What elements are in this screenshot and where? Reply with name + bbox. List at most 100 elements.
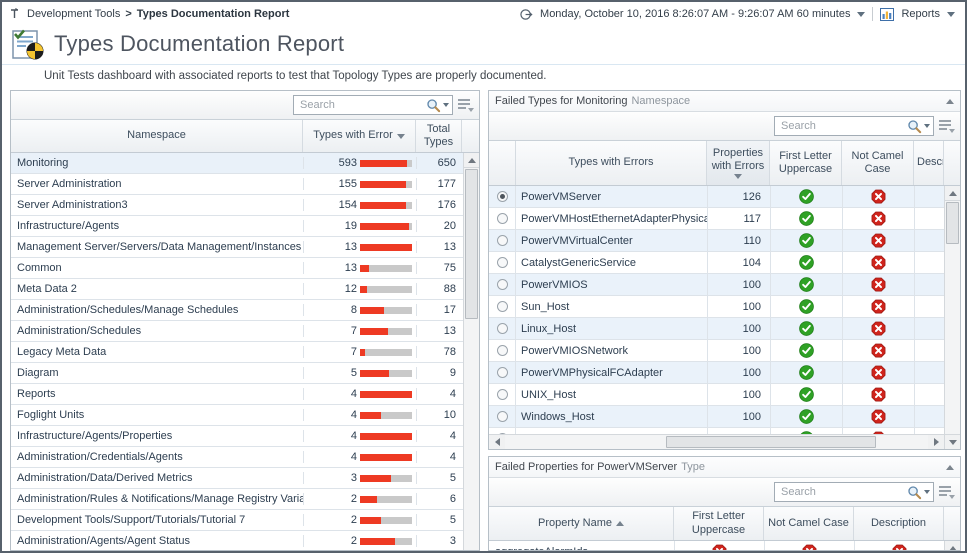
namespace-table-row[interactable]: Meta Data 2 12 88 [11, 279, 479, 300]
scroll-up-button[interactable] [945, 186, 960, 201]
radio-button[interactable] [497, 191, 508, 202]
namespace-cell: Management Server/Servers/Data Managemen… [11, 241, 303, 253]
failed-type-row[interactable]: PowerVMIOS 100 [489, 274, 960, 296]
search-input[interactable] [300, 99, 426, 111]
type-name-cell: PowerVMServer [516, 191, 707, 203]
scrollbar-thumb[interactable] [666, 436, 876, 448]
search-options-caret-icon[interactable] [924, 490, 930, 494]
namespace-table-row[interactable]: Development Tools/Support/Tutorials/Tuto… [11, 510, 479, 531]
failed-type-row[interactable]: Linux_Host 100 [489, 318, 960, 340]
namespace-table-row[interactable]: Infrastructure/Agents 19 20 [11, 216, 479, 237]
column-header-description[interactable]: Description [854, 507, 944, 540]
scroll-right-button[interactable] [928, 435, 944, 449]
breadcrumb-root[interactable]: Development Tools [27, 8, 120, 20]
failed-type-row[interactable]: PowerVMHostEthernetAdapterPhysicalPort 1… [489, 208, 960, 230]
column-header-types-with-error[interactable]: Types with Error [303, 120, 416, 152]
namespace-table-row[interactable]: Administration/Data/Derived Metrics 3 5 [11, 468, 479, 489]
failed-type-row[interactable]: Sun_Host 100 [489, 296, 960, 318]
namespace-table-row[interactable]: Server Administration 155 177 [11, 174, 479, 195]
column-header-not-camel-case[interactable]: Not Camel Case [842, 141, 914, 185]
column-header-property-name[interactable]: Property Name [489, 507, 674, 540]
time-range-label[interactable]: Monday, October 10, 2016 8:26:07 AM - 9:… [540, 8, 850, 20]
column-header-total-types[interactable]: Total Types [416, 120, 462, 152]
scrollbar-track[interactable] [505, 435, 928, 449]
radio-button[interactable] [497, 257, 508, 268]
namespace-table-row[interactable]: Reports 4 4 [11, 384, 479, 405]
radio-button[interactable] [497, 367, 508, 378]
column-header-not-camel-case[interactable]: Not Camel Case [764, 507, 854, 540]
reports-menu-label[interactable]: Reports [901, 8, 940, 20]
collapse-panel-icon[interactable] [946, 99, 954, 104]
namespace-table-row[interactable]: Management Server/Servers/Data Managemen… [11, 237, 479, 258]
radio-button[interactable] [497, 213, 508, 224]
column-header-types-with-errors[interactable]: Types with Errors [516, 141, 707, 185]
scroll-up-button[interactable] [464, 153, 479, 168]
header-scroll-spacer [944, 141, 960, 185]
search-icon[interactable] [426, 98, 441, 113]
scrollbar-thumb[interactable] [465, 169, 478, 319]
namespace-search [293, 95, 453, 115]
failed-types-vertical-scrollbar[interactable] [944, 186, 960, 434]
description-cell [914, 428, 944, 434]
scroll-up-button[interactable] [945, 541, 960, 550]
namespace-table-row[interactable]: Server Administration3 154 176 [11, 195, 479, 216]
column-header-description[interactable]: Description [914, 141, 944, 185]
namespace-table-row[interactable]: Administration/Agents/Agent Status 2 3 [11, 531, 479, 550]
failed-types-horizontal-scrollbar[interactable] [489, 434, 960, 449]
column-header-first-letter-uppercase[interactable]: First Letter Uppercase [770, 141, 842, 185]
errors-cell: 2 [303, 514, 416, 526]
namespace-table-row[interactable]: Common 13 75 [11, 258, 479, 279]
radio-button[interactable] [497, 433, 508, 434]
table-customizer-icon[interactable] [939, 485, 955, 499]
failed-type-row[interactable]: Windows_Host 100 [489, 406, 960, 428]
table-customizer-icon[interactable] [939, 119, 955, 133]
namespace-table-row[interactable]: Administration/Credentials/Agents 4 4 [11, 447, 479, 468]
failed-type-row[interactable]: CatalystGenericService 104 [489, 252, 960, 274]
scroll-left-button[interactable] [489, 435, 505, 449]
failed-property-row[interactable]: aggregateAlarmIds [489, 541, 960, 550]
radio-button[interactable] [497, 279, 508, 290]
scroll-down-button[interactable] [944, 435, 960, 449]
namespace-table-row[interactable]: Administration/Schedules/Manage Schedule… [11, 300, 479, 321]
failed-type-row-partial[interactable] [489, 428, 960, 434]
total-cell: 10 [416, 409, 462, 421]
namespace-table-row[interactable]: Legacy Meta Data 7 78 [11, 342, 479, 363]
type-name-cell: PowerVMIOS [516, 279, 707, 291]
radio-button[interactable] [497, 345, 508, 356]
failed-type-row[interactable]: PowerVMVirtualCenter 110 [489, 230, 960, 252]
scrollbar-thumb[interactable] [946, 202, 959, 244]
search-options-caret-icon[interactable] [443, 103, 449, 107]
column-header-namespace[interactable]: Namespace [11, 120, 303, 152]
radio-button[interactable] [497, 323, 508, 334]
namespace-table-row[interactable]: Infrastructure/Agents/Properties 4 4 [11, 426, 479, 447]
search-input[interactable] [781, 120, 907, 132]
failed-type-row[interactable]: PowerVMPhysicalFCAdapter 100 [489, 362, 960, 384]
collapse-panel-icon[interactable] [946, 465, 954, 470]
namespace-table-row[interactable]: Administration/Rules & Notifications/Man… [11, 489, 479, 510]
time-range-caret-icon[interactable] [857, 12, 865, 17]
search-input[interactable] [781, 486, 907, 498]
properties-with-errors-cell: 126 [707, 186, 770, 207]
failed-type-row[interactable]: PowerVMIOSNetwork 100 [489, 340, 960, 362]
radio-button[interactable] [497, 389, 508, 400]
radio-button[interactable] [497, 301, 508, 312]
failed-type-row[interactable]: PowerVMServer 126 [489, 186, 960, 208]
search-icon[interactable] [907, 119, 922, 134]
radio-button[interactable] [497, 235, 508, 246]
history-icon[interactable] [10, 8, 22, 20]
namespace-table-row[interactable]: Diagram 5 9 [11, 363, 479, 384]
search-options-caret-icon[interactable] [924, 124, 930, 128]
column-header-properties-with-errors[interactable]: Properties with Errors [707, 141, 770, 185]
table-customizer-icon[interactable] [458, 98, 474, 112]
namespace-table-row[interactable]: Monitoring 593 650 [11, 153, 479, 174]
error-count: 2 [351, 514, 357, 526]
reports-caret-icon[interactable] [947, 12, 955, 17]
failed-type-row[interactable]: UNIX_Host 100 [489, 384, 960, 406]
column-header-first-letter-uppercase[interactable]: First Letter Uppercase [674, 507, 764, 540]
namespace-table-row[interactable]: Administration/Schedules 7 13 [11, 321, 479, 342]
namespace-vertical-scrollbar[interactable] [463, 153, 479, 550]
namespace-table-row[interactable]: Foglight Units 4 10 [11, 405, 479, 426]
failed-properties-vertical-scrollbar[interactable] [944, 541, 960, 550]
radio-button[interactable] [497, 411, 508, 422]
search-icon[interactable] [907, 485, 922, 500]
